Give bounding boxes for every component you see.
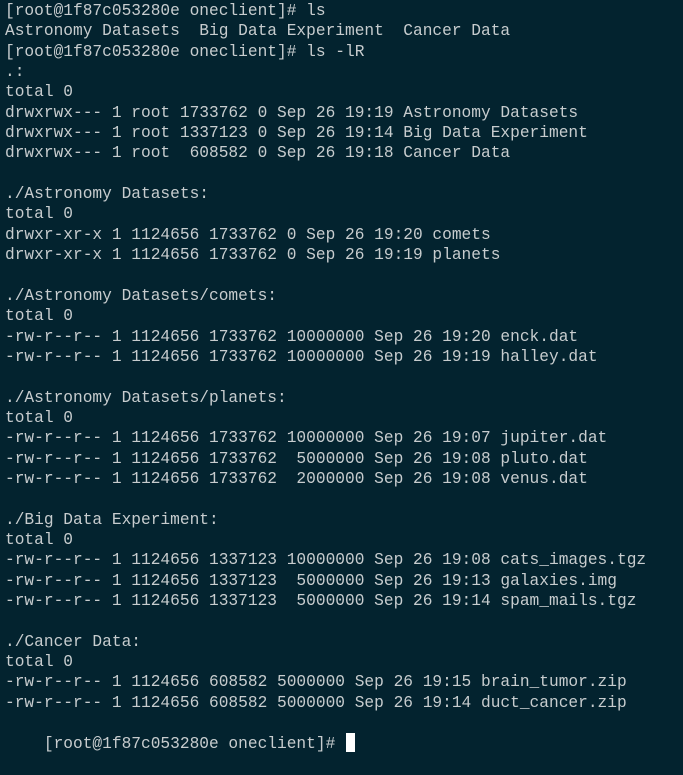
text-cursor xyxy=(346,733,356,753)
terminal-output-line: ./Astronomy Datasets/planets: xyxy=(5,388,287,407)
terminal-output-line: -rw-r--r-- 1 1124656 1337123 5000000 Sep… xyxy=(5,591,637,610)
terminal-output-line: ./Astronomy Datasets/comets: xyxy=(5,286,277,305)
terminal-output-line: drwxrwx--- 1 root 608582 0 Sep 26 19:18 … xyxy=(5,144,511,163)
terminal-prompt-line[interactable]: [root@1f87c053280e oneclient]# xyxy=(5,713,683,753)
terminal-output-line: -rw-r--r-- 1 1124656 1733762 2000000 Sep… xyxy=(5,469,588,488)
terminal-output-line: total 0 xyxy=(5,83,73,102)
shell-prompt: [root@1f87c053280e oneclient]# xyxy=(43,735,336,754)
terminal-output: [root@1f87c053280e oneclient]# ls Astrono… xyxy=(5,1,683,713)
terminal-output-line: total 0 xyxy=(5,307,73,326)
terminal-window[interactable]: [root@1f87c053280e oneclient]# ls Astrono… xyxy=(0,0,683,753)
terminal-output-line: drwxr-xr-x 1 1124656 1733762 0 Sep 26 19… xyxy=(5,246,501,265)
terminal-output-line: -rw-r--r-- 1 1124656 608582 5000000 Sep … xyxy=(5,673,627,692)
terminal-output-line: total 0 xyxy=(5,205,73,224)
terminal-output-line: -rw-r--r-- 1 1124656 1733762 10000000 Se… xyxy=(5,327,579,346)
terminal-output-line: drwxrwx--- 1 root 1337123 0 Sep 26 19:14… xyxy=(5,124,588,143)
terminal-output-line: -rw-r--r-- 1 1124656 1337123 5000000 Sep… xyxy=(5,571,617,590)
terminal-output-line: drwxrwx--- 1 root 1733762 0 Sep 26 19:19… xyxy=(5,103,579,122)
terminal-output-line: .: xyxy=(5,63,25,82)
terminal-output-line: total 0 xyxy=(5,530,73,549)
terminal-output-line: -rw-r--r-- 1 1124656 608582 5000000 Sep … xyxy=(5,693,627,712)
terminal-output-line: total 0 xyxy=(5,653,73,671)
terminal-output-line: -rw-r--r-- 1 1124656 1733762 5000000 Sep… xyxy=(5,449,588,468)
terminal-output-line: drwxr-xr-x 1 1124656 1733762 0 Sep 26 19… xyxy=(5,225,491,244)
terminal-output-line: ./Big Data Experiment: xyxy=(5,510,219,529)
terminal-output-line: -rw-r--r-- 1 1124656 1733762 10000000 Se… xyxy=(5,347,598,366)
terminal-output-line: [root@1f87c053280e oneclient]# ls -lR xyxy=(5,42,365,61)
terminal-output-line: ./Astronomy Datasets: xyxy=(5,185,209,204)
terminal-output-line: [root@1f87c053280e oneclient]# ls xyxy=(5,2,326,20)
terminal-output-line: -rw-r--r-- 1 1124656 1337123 10000000 Se… xyxy=(5,551,647,570)
terminal-output-line: total 0 xyxy=(5,408,73,427)
terminal-output-line: -rw-r--r-- 1 1124656 1733762 10000000 Se… xyxy=(5,429,608,448)
terminal-output-line: Astronomy Datasets Big Data Experiment C… xyxy=(5,22,511,41)
terminal-output-line: ./Cancer Data: xyxy=(5,632,141,651)
